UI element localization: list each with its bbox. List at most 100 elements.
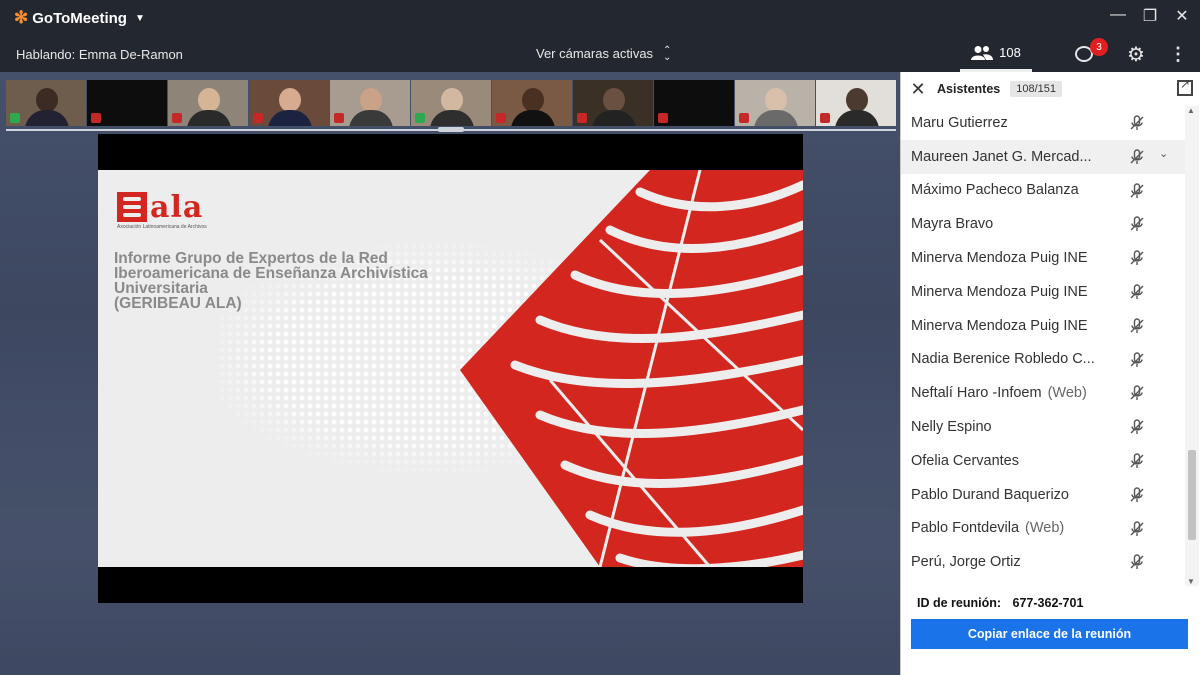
attendee-list: Maru Gutierrez Maureen Janet G. Mercad...…: [901, 106, 1186, 586]
camera-thumbnail[interactable]: [168, 80, 248, 126]
meeting-toolbar: Hablando: Emma De-Ramon Ver cámaras acti…: [0, 36, 1200, 72]
camera-thumbnail[interactable]: [411, 80, 491, 126]
more-options-button[interactable]: ⋮: [1156, 44, 1200, 65]
attendee-name: Máximo Pacheco Balanza: [911, 182, 1079, 199]
chat-unread-badge: 3: [1090, 38, 1108, 56]
mic-muted-icon: [253, 113, 263, 123]
scroll-up-arrow-icon[interactable]: ▲: [1187, 106, 1195, 115]
mic-muted-icon: [91, 113, 101, 123]
more-vertical-icon: ⋮: [1169, 43, 1187, 64]
app-menu[interactable]: ✻ GoToMeeting ▼: [14, 8, 145, 28]
camera-thumbnail[interactable]: [6, 80, 86, 126]
strip-resize-handle[interactable]: [438, 127, 464, 132]
attendee-row[interactable]: Perú, Jorge Ortiz: [901, 545, 1186, 579]
mic-on-icon: [415, 113, 425, 123]
attendee-name: Pablo Durand Baquerizo: [911, 486, 1069, 503]
camera-thumbnail[interactable]: [735, 80, 815, 126]
ala-logo: ala: [117, 190, 204, 225]
gear-icon: ⚙: [1127, 43, 1145, 66]
mic-muted-icon[interactable]: [1129, 520, 1145, 537]
attendee-row[interactable]: Máximo Pacheco Balanza: [901, 174, 1186, 208]
slide-title-line: Informe Grupo de Expertos de la Red: [114, 250, 388, 267]
attendees-panel-title: Asistentes: [937, 82, 1001, 96]
mic-muted-icon[interactable]: [1129, 216, 1145, 232]
mic-muted-icon[interactable]: [1129, 419, 1145, 435]
mic-muted-icon[interactable]: [1129, 149, 1145, 165]
mic-muted-icon[interactable]: [1129, 554, 1145, 570]
shared-screen: ala Asociación Latinoamericana de Archiv…: [98, 134, 803, 603]
attendee-row[interactable]: Mayra Bravo: [901, 207, 1186, 241]
camera-thumbnail[interactable]: [654, 80, 734, 126]
speaking-indicator: Hablando: Emma De-Ramon: [16, 47, 183, 62]
mic-muted-icon[interactable]: [1129, 182, 1145, 199]
minimize-button[interactable]: —: [1110, 6, 1126, 26]
restore-button[interactable]: ❐: [1142, 6, 1158, 26]
copy-meeting-link-button[interactable]: Copiar enlace de la reunión: [911, 619, 1188, 649]
attendee-row[interactable]: Nadia Berenice Robledo C...: [901, 343, 1186, 377]
gotomeeting-logo-icon: ✻: [14, 8, 29, 27]
meeting-id-value: 677-362-701: [1012, 596, 1084, 610]
camera-thumbnail[interactable]: [249, 80, 329, 126]
chat-button[interactable]: 3: [1052, 36, 1116, 72]
attendees-button[interactable]: 108: [960, 36, 1032, 72]
mic-muted-icon[interactable]: [1129, 487, 1145, 503]
close-panel-icon[interactable]: ✕: [909, 79, 927, 100]
camera-thumbnail[interactable]: [573, 80, 653, 126]
attendee-row[interactable]: Pablo Fontdevila (Web): [901, 512, 1186, 546]
attendees-count: 108: [999, 45, 1021, 60]
attendee-row[interactable]: Nelly Espino: [901, 410, 1186, 444]
mic-muted-icon[interactable]: [1129, 250, 1145, 266]
mic-muted-icon[interactable]: [1129, 351, 1145, 368]
close-window-button[interactable]: ✕: [1174, 6, 1190, 26]
attendee-list-scrollbar[interactable]: ▲ ▼: [1185, 106, 1199, 586]
attendee-name: Minerva Mendoza Puig INE: [911, 283, 1088, 300]
attendee-name: Neftalí Haro -Infoem: [911, 385, 1042, 402]
mic-muted-icon[interactable]: [1129, 115, 1145, 131]
slide-title-line: (GERIBEAU ALA): [114, 295, 242, 312]
attendee-row[interactable]: Pablo Durand Baquerizo: [901, 478, 1186, 512]
mic-muted-icon: [577, 113, 587, 123]
attendees-panel-header: ✕ Asistentes 108/151: [901, 72, 1200, 106]
attendee-name: Nelly Espino: [911, 419, 992, 436]
active-cameras-toggle[interactable]: Ver cámaras activas ⌃ ⌄: [536, 44, 672, 63]
settings-button[interactable]: ⚙: [1116, 42, 1156, 67]
popout-icon[interactable]: [1177, 77, 1193, 96]
attendee-row[interactable]: Minerva Mendoza Puig INE: [901, 309, 1186, 343]
attendee-row[interactable]: Minerva Mendoza Puig INE: [901, 241, 1186, 275]
attendee-name: Minerva Mendoza Puig INE: [911, 250, 1088, 267]
camera-thumbnail[interactable]: [87, 80, 167, 126]
scroll-down-arrow-icon[interactable]: ▼: [1187, 577, 1195, 586]
mic-muted-icon[interactable]: [1129, 318, 1145, 334]
attendee-name: Maureen Janet G. Mercad...: [911, 148, 1092, 165]
camera-thumbnail[interactable]: [330, 80, 410, 126]
scrollbar-thumb[interactable]: [1188, 450, 1196, 540]
attendee-name: Minerva Mendoza Puig INE: [911, 317, 1088, 334]
mic-muted-icon: [334, 113, 344, 123]
mic-muted-icon[interactable]: [1129, 453, 1145, 469]
mic-muted-icon: [172, 113, 182, 123]
mic-muted-icon[interactable]: [1129, 385, 1145, 401]
attendee-row[interactable]: Maru Gutierrez: [901, 106, 1186, 140]
updown-chevron-icon: ⌃ ⌄: [663, 44, 672, 63]
attendee-row[interactable]: Ofelia Cervantes: [901, 444, 1186, 478]
mic-muted-icon: [658, 113, 668, 123]
red-wave-graphic: [460, 170, 803, 567]
attendee-row[interactable]: Minerva Mendoza Puig INE: [901, 275, 1186, 309]
ala-logo-subtitle: Asociación Latinoamericana de Archivos: [117, 224, 207, 230]
attendees-count-badge: 108/151: [1010, 81, 1062, 97]
people-icon: [971, 45, 994, 60]
camera-thumbnail[interactable]: [492, 80, 572, 126]
camera-thumbnail[interactable]: [816, 80, 896, 126]
attendee-row[interactable]: Maureen Janet G. Mercad... ⌄: [901, 139, 1186, 174]
chevron-down-icon[interactable]: ⌄: [1159, 147, 1168, 160]
mic-muted-icon[interactable]: [1129, 284, 1145, 300]
attendee-web-tag: (Web): [1047, 385, 1087, 402]
attendee-name: Ofelia Cervantes: [911, 452, 1019, 469]
attendee-name: Maru Gutierrez: [911, 114, 1008, 131]
mic-muted-icon: [820, 113, 830, 123]
meeting-id-label: ID de reunión:: [917, 596, 1002, 610]
active-cameras-label: Ver cámaras activas: [536, 46, 654, 61]
attendee-row[interactable]: Neftalí Haro -Infoem (Web): [901, 376, 1186, 410]
ala-logo-word: ala: [150, 190, 204, 225]
title-bar: ✻ GoToMeeting ▼ — ❐ ✕: [0, 0, 1200, 36]
